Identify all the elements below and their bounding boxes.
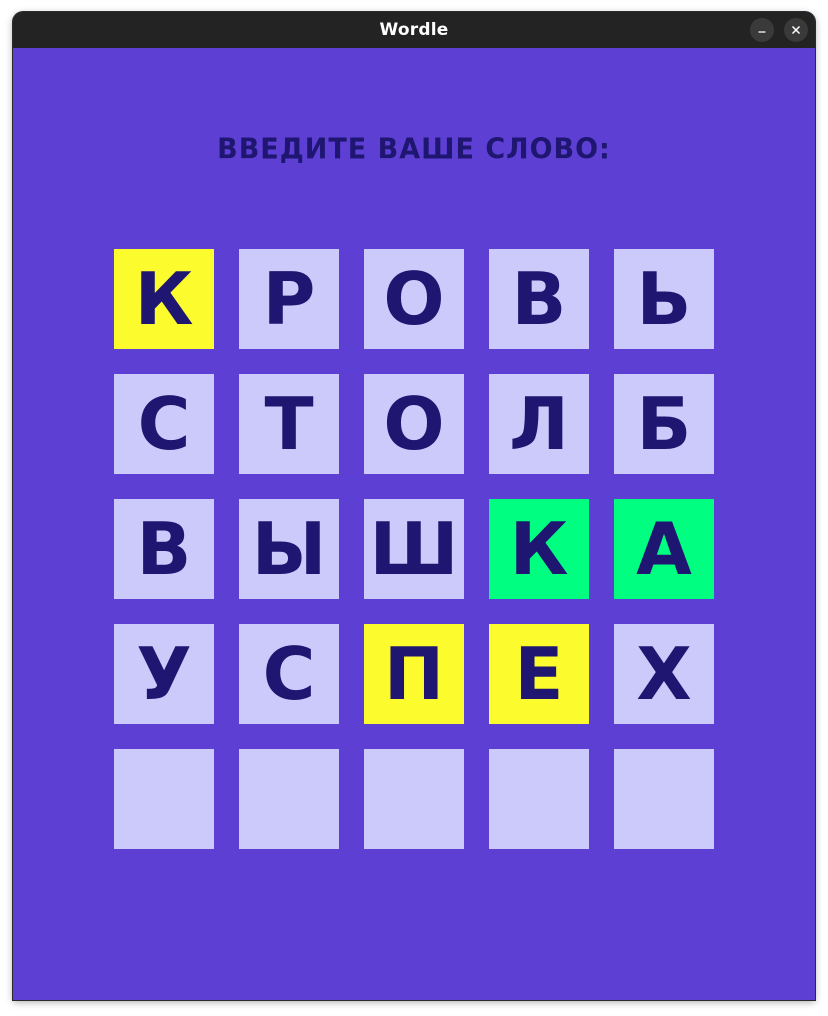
tile-r1-c3: О [364,249,464,349]
title-bar[interactable]: Wordle [13,12,815,48]
tile-r4-c5: Х [614,624,714,724]
tile-r4-c2: С [239,624,339,724]
enter-word-prompt: ВВЕДИТЕ ВАШЕ СЛОВО: [217,133,611,166]
tile-r4-c1: У [114,624,214,724]
tile-r5-c1 [114,749,214,849]
tile-r3-c3: Ш [364,499,464,599]
tile-r4-c3: П [364,624,464,724]
tile-r5-c2 [239,749,339,849]
tile-r1-c2: Р [239,249,339,349]
tile-r3-c5: А [614,499,714,599]
tile-r1-c1: К [114,249,214,349]
minimize-icon [758,31,766,33]
tile-r2-c2: Т [239,374,339,474]
tile-r5-c3 [364,749,464,849]
tile-r4-c4: Е [489,624,589,724]
tile-r2-c4: Л [489,374,589,474]
close-button[interactable] [784,18,808,42]
tile-r5-c4 [489,749,589,849]
tile-r3-c1: В [114,499,214,599]
app-window: Wordle ВВЕДИТЕ ВАШЕ СЛОВО: К Р О В Ь С Т… [13,12,815,1000]
minimize-button[interactable] [750,18,774,42]
tile-r2-c1: С [114,374,214,474]
tile-r2-c5: Б [614,374,714,474]
window-title: Wordle [379,20,449,40]
tile-r5-c5 [614,749,714,849]
tile-r3-c2: Ы [239,499,339,599]
tile-r1-c5: Ь [614,249,714,349]
close-icon [791,25,801,35]
letter-grid: К Р О В Ь С Т О Л Б В Ы Ш К А У С П Е Х [114,249,714,849]
game-area: ВВЕДИТЕ ВАШЕ СЛОВО: К Р О В Ь С Т О Л Б … [13,48,815,1000]
tile-r1-c4: В [489,249,589,349]
tile-r2-c3: О [364,374,464,474]
tile-r3-c4: К [489,499,589,599]
